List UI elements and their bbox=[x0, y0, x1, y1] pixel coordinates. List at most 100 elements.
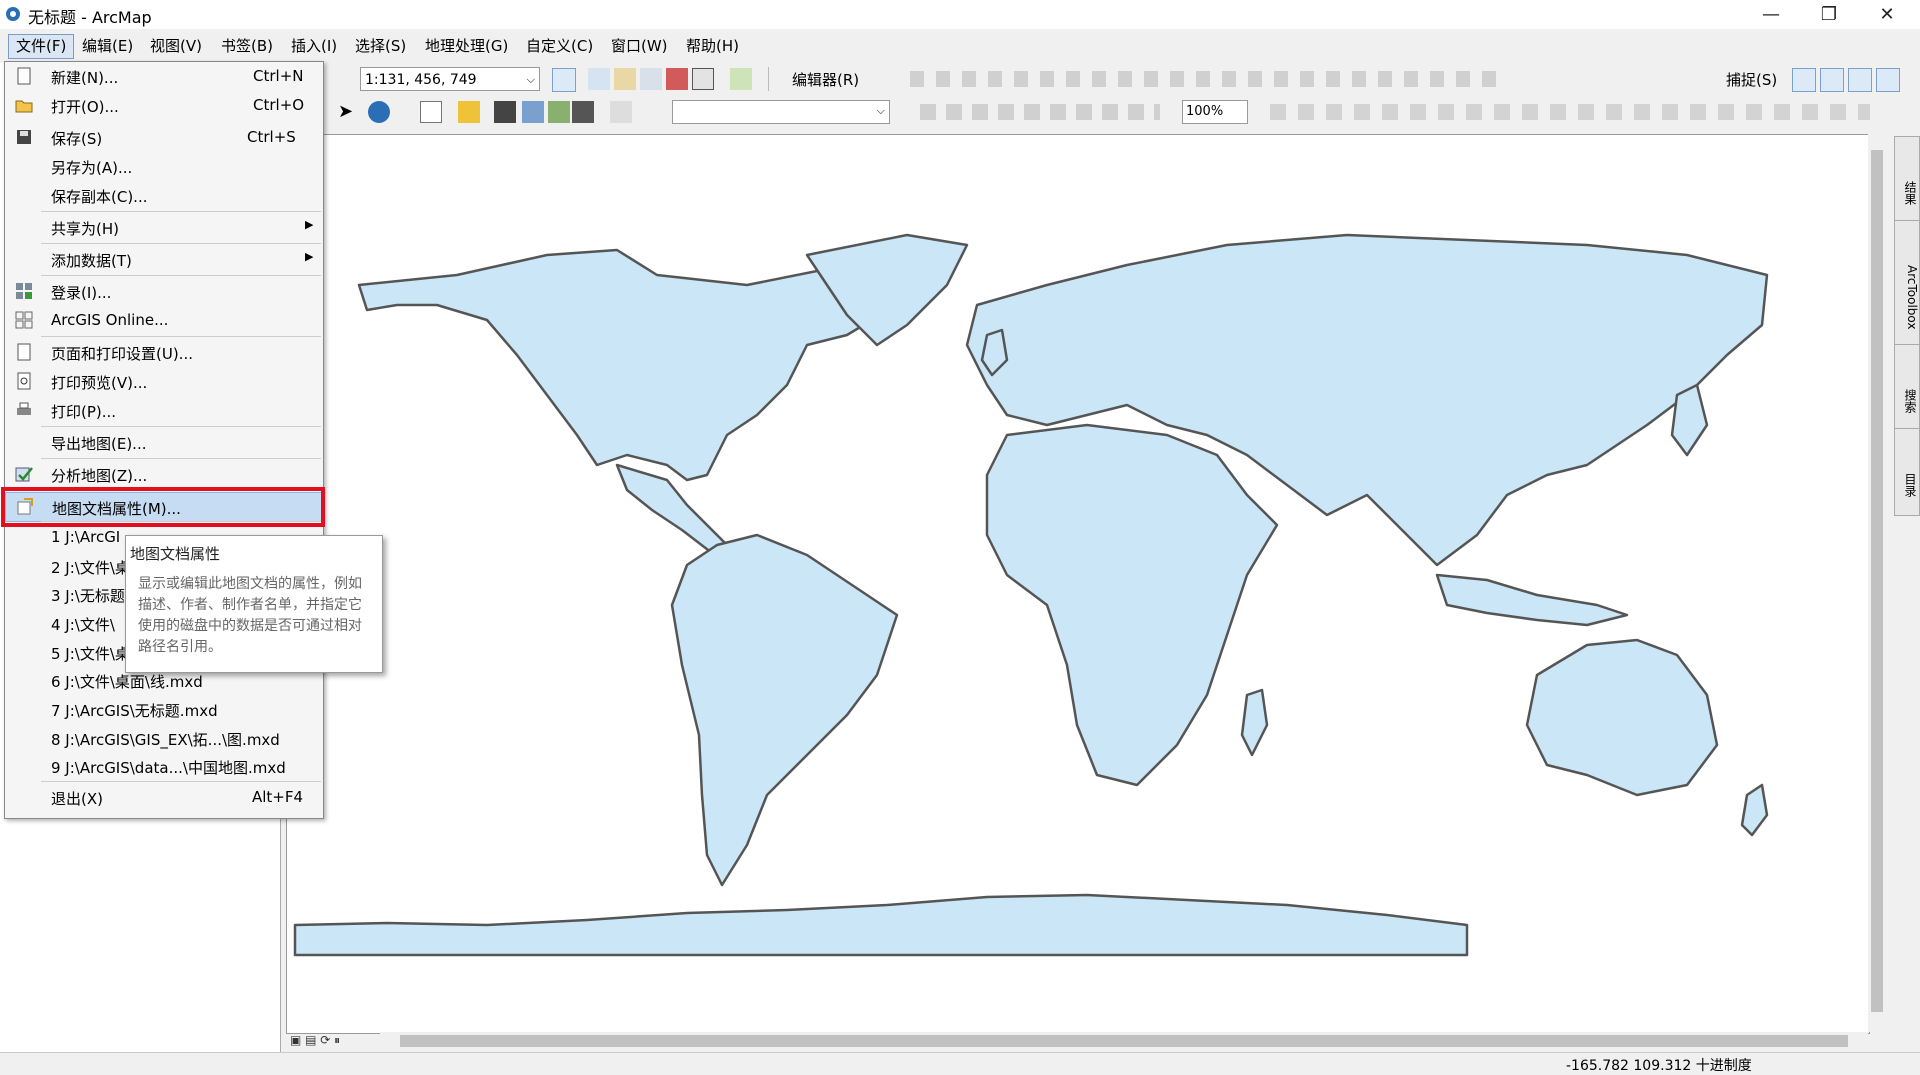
find-route-icon[interactable] bbox=[522, 101, 544, 123]
print-preview-icon bbox=[17, 372, 31, 390]
menu-item-export-map[interactable]: 导出地图(E)... bbox=[5, 428, 323, 456]
snapping-menu[interactable]: 捕捉(S) bbox=[1726, 69, 1777, 90]
menu-item-label: 添加数据(T) bbox=[51, 252, 132, 270]
menu-item-open[interactable]: 打开(O)... Ctrl+O bbox=[5, 91, 323, 119]
map-canvas[interactable] bbox=[286, 134, 1870, 1034]
chevron-down-icon: ⌵ bbox=[526, 73, 535, 86]
search-tab[interactable]: 搜索 bbox=[1894, 344, 1920, 432]
menu-bookmarks[interactable]: 书签(B) bbox=[214, 35, 280, 58]
scale-combobox[interactable]: 1:131, 456, 749 ⌵ bbox=[360, 67, 540, 91]
menu-item-label: 4 J:\文件\ bbox=[51, 616, 115, 634]
minimize-button[interactable]: — bbox=[1742, 0, 1800, 29]
menu-item-label: 5 J:\文件\桌 bbox=[51, 645, 130, 663]
menu-item-analyze-map[interactable]: 分析地图(Z)... bbox=[5, 460, 323, 488]
page-setup-icon bbox=[17, 343, 31, 361]
scale-value: 1:131, 456, 749 bbox=[365, 72, 477, 88]
zoom-percent-combobox[interactable]: 100% bbox=[1182, 100, 1248, 124]
menu-item-share-as[interactable]: 共享为(H) ▶ bbox=[5, 213, 323, 241]
menu-item-recent-8[interactable]: 8 J:\ArcGIS\GIS_EX\拓...\图.mxd bbox=[5, 724, 323, 752]
coordinate-readout: -165.782 109.312 十进制度 bbox=[1566, 1058, 1752, 1074]
menu-view[interactable]: 视图(V) bbox=[143, 35, 209, 58]
measure-icon[interactable] bbox=[458, 101, 480, 123]
end-snap-icon[interactable] bbox=[1820, 68, 1844, 92]
menu-item-save-as[interactable]: 另存为(A)... bbox=[5, 152, 323, 180]
menu-selection[interactable]: 选择(S) bbox=[348, 35, 413, 58]
menu-window[interactable]: 窗口(W) bbox=[604, 35, 675, 58]
menu-geoprocessing[interactable]: 地理处理(G) bbox=[418, 35, 515, 58]
landmass-indonesia bbox=[1435, 573, 1629, 627]
menu-item-label: 9 J:\ArcGIS\data...\中国地图.mxd bbox=[51, 759, 286, 777]
table-of-contents-icon[interactable] bbox=[588, 68, 610, 90]
catalog-tab[interactable]: 目录 bbox=[1894, 428, 1920, 516]
time-slider-icon[interactable] bbox=[572, 101, 594, 123]
results-tab[interactable]: 结果 bbox=[1894, 136, 1920, 224]
menu-insert[interactable]: 插入(I) bbox=[284, 35, 344, 58]
menu-item-recent-7[interactable]: 7 J:\ArcGIS\无标题.mxd bbox=[5, 695, 323, 723]
menu-item-new[interactable]: 新建(N)... Ctrl+N bbox=[5, 62, 323, 90]
printer-icon bbox=[17, 402, 31, 415]
menu-item-shortcut: Ctrl+N bbox=[253, 67, 304, 85]
menu-item-add-data[interactable]: 添加数据(T) ▶ bbox=[5, 245, 323, 273]
menu-item-save[interactable]: 保存(S) Ctrl+S bbox=[5, 123, 323, 151]
menu-item-arcgis-online[interactable]: ArcGIS Online... bbox=[5, 306, 323, 334]
menu-item-label: 3 J:\无标题 bbox=[51, 587, 125, 605]
arcgis-online-grid-icon bbox=[15, 311, 33, 329]
point-snap-icon[interactable] bbox=[1792, 68, 1816, 92]
arctoolbox-icon[interactable] bbox=[666, 68, 688, 90]
menu-item-label: 登录(I)... bbox=[51, 284, 112, 302]
maximize-button[interactable]: ❐ bbox=[1800, 0, 1858, 29]
menu-file[interactable]: 文件(F) bbox=[8, 34, 75, 59]
edge-snap-icon[interactable] bbox=[1876, 68, 1900, 92]
save-disk-icon bbox=[17, 130, 31, 144]
landmass-japan bbox=[1670, 383, 1709, 457]
menu-item-recent-9[interactable]: 9 J:\ArcGIS\data...\中国地图.mxd bbox=[5, 752, 323, 780]
highlight-annotation-box bbox=[1, 487, 325, 527]
menu-edit[interactable]: 编辑(E) bbox=[75, 35, 140, 58]
sign-in-grid-icon bbox=[16, 283, 32, 299]
menu-separator bbox=[41, 426, 321, 427]
data-view-layout-view-buttons[interactable]: ▣ ▤ ⟳ ⏸ bbox=[290, 1033, 370, 1048]
menu-item-print[interactable]: 打印(P)... bbox=[5, 396, 323, 424]
close-button[interactable]: ✕ bbox=[1858, 0, 1916, 29]
menu-item-print-preview[interactable]: 打印预览(V)... bbox=[5, 367, 323, 395]
arctoolbox-tab[interactable]: ArcToolbox bbox=[1894, 220, 1920, 348]
menu-item-exit[interactable]: 退出(X) Alt+F4 bbox=[5, 783, 323, 811]
menu-item-save-copy[interactable]: 保存副本(C)... bbox=[5, 181, 323, 209]
menu-item-label: 打开(O)... bbox=[51, 98, 119, 116]
horizontal-scroll-thumb[interactable] bbox=[400, 1035, 1848, 1047]
menu-item-label: 分析地图(Z)... bbox=[51, 467, 148, 485]
layer-combobox[interactable]: ⌵ bbox=[672, 100, 890, 124]
identify-icon[interactable] bbox=[368, 101, 390, 123]
find-icon[interactable] bbox=[494, 101, 516, 123]
menu-item-label: 保存副本(C)... bbox=[51, 188, 148, 206]
html-popup-icon[interactable] bbox=[420, 101, 442, 123]
modelbuilder-icon[interactable] bbox=[730, 68, 752, 90]
landmass-madagascar bbox=[1240, 688, 1269, 757]
chevron-down-icon: ⌵ bbox=[876, 104, 885, 117]
window-title: 无标题 - ArcMap bbox=[28, 8, 152, 27]
menu-help[interactable]: 帮助(H) bbox=[679, 35, 746, 58]
catalog-icon[interactable] bbox=[614, 68, 636, 90]
menu-item-shortcut: Alt+F4 bbox=[252, 788, 304, 806]
select-elements-icon[interactable]: ➤ bbox=[338, 101, 353, 122]
vertical-scroll-thumb[interactable] bbox=[1871, 150, 1883, 1012]
go-to-xy-icon[interactable] bbox=[548, 101, 570, 123]
menu-item-shortcut: Ctrl+S bbox=[247, 128, 296, 146]
file-menu-dropdown: 新建(N)... Ctrl+N 打开(O)... Ctrl+O 保存(S) Ct… bbox=[4, 61, 325, 819]
search-window-icon[interactable] bbox=[640, 68, 662, 90]
editor-menu[interactable]: 编辑器(R) bbox=[792, 69, 859, 90]
menu-item-page-setup[interactable]: 页面和打印设置(U)... bbox=[5, 338, 323, 366]
menu-item-sign-in[interactable]: 登录(I)... bbox=[5, 277, 323, 305]
tooltip-body: 显示或编辑此地图文档的属性，例如描述、作者、制作者名单，并指定它使用的磁盘中的数… bbox=[138, 576, 362, 655]
menu-bar: 文件(F) 编辑(E) 视图(V) 书签(B) 插入(I) 选择(S) 地理处理… bbox=[0, 29, 1920, 63]
menu-customize[interactable]: 自定义(C) bbox=[519, 35, 600, 58]
menu-item-label: 1 J:\ArcGI bbox=[51, 528, 121, 546]
create-viewer-icon[interactable] bbox=[610, 101, 632, 123]
menu-separator bbox=[41, 458, 321, 459]
menu-separator bbox=[41, 781, 321, 782]
create-features-icon[interactable] bbox=[552, 68, 576, 92]
python-window-icon[interactable] bbox=[692, 68, 714, 90]
vertex-snap-icon[interactable] bbox=[1848, 68, 1872, 92]
landmass-new-zealand bbox=[1740, 783, 1769, 837]
world-map bbox=[293, 233, 1769, 957]
